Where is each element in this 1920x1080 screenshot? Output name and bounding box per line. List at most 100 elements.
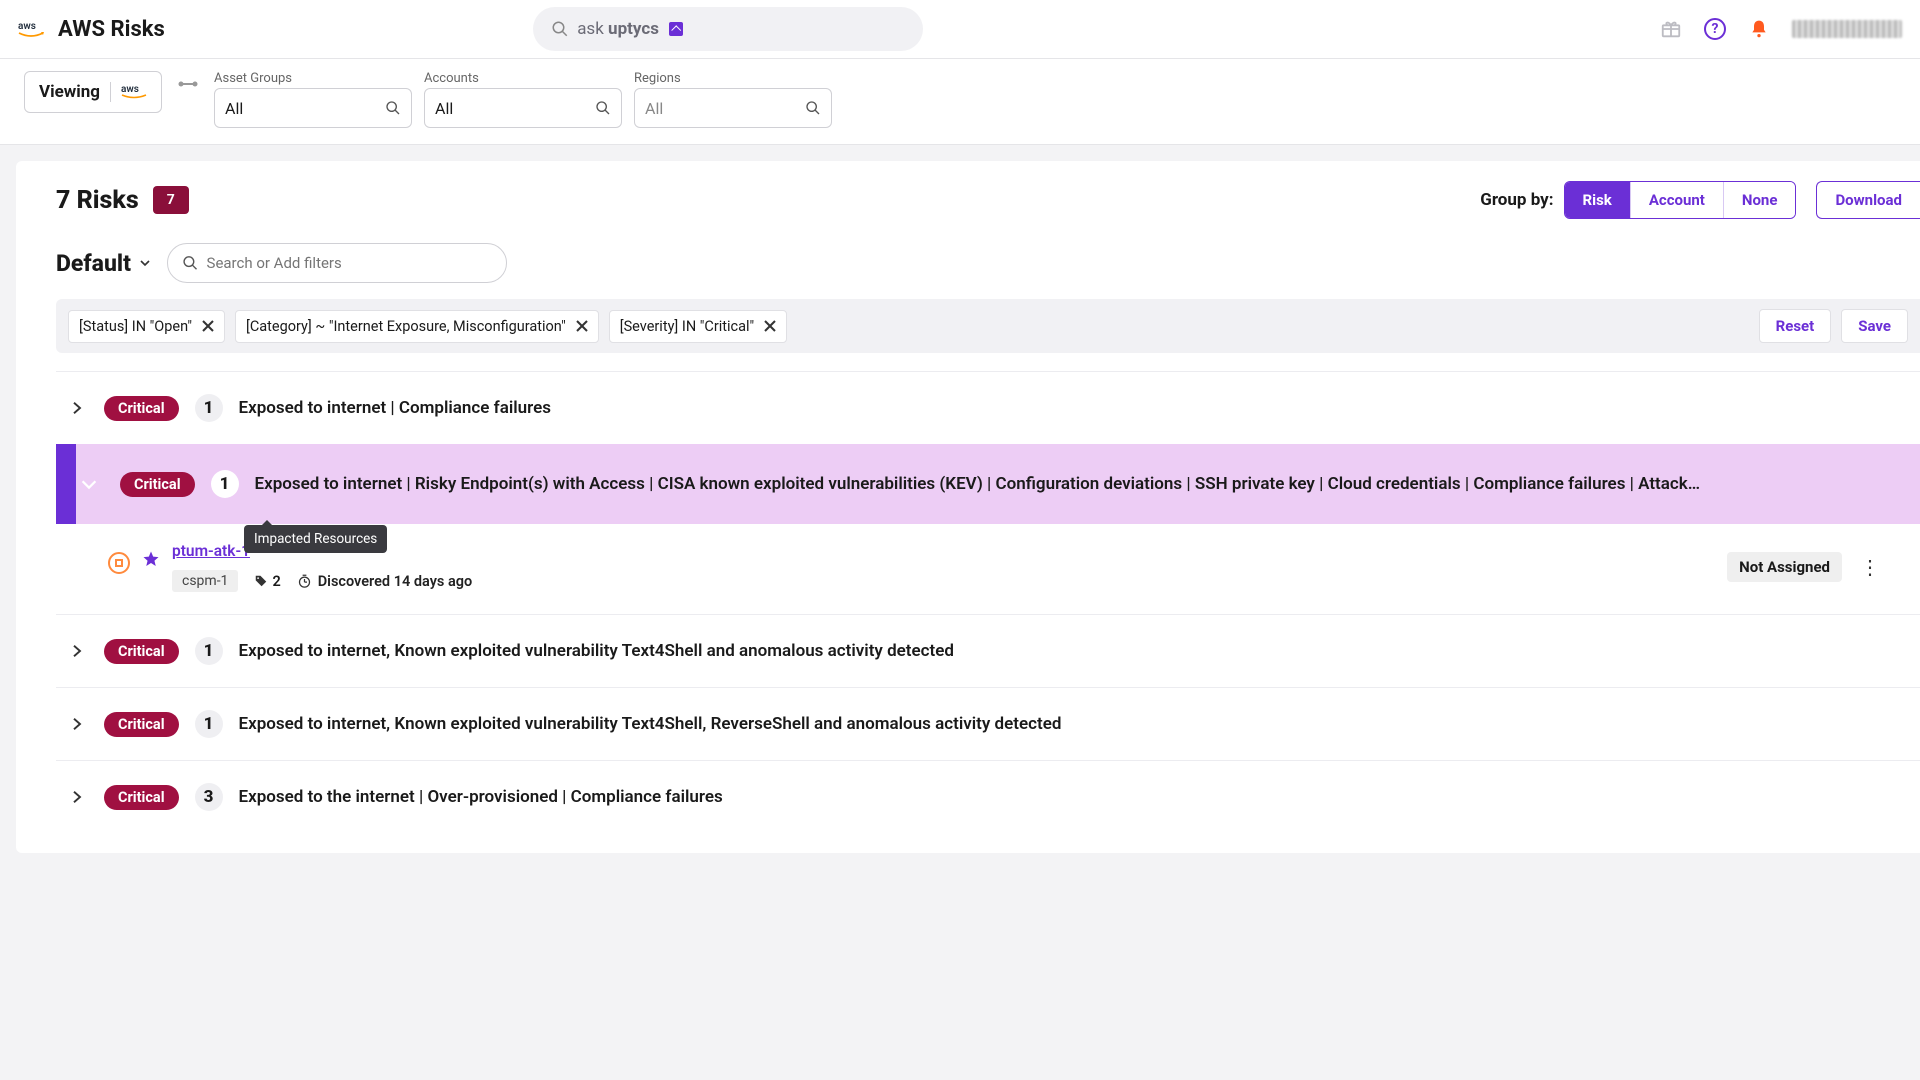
regions-filter: Regions All — [634, 71, 832, 128]
kebab-menu[interactable]: ⋮ — [1860, 555, 1880, 579]
accounts-select[interactable]: All — [424, 88, 622, 128]
aws-mini-logo: aws — [121, 83, 147, 101]
tag-icon — [254, 574, 268, 588]
close-icon[interactable] — [764, 320, 776, 332]
tooltip: Impacted Resources — [244, 525, 387, 553]
expand-toggle[interactable] — [66, 397, 88, 419]
impact-count: 1 — [211, 470, 239, 498]
expand-toggle[interactable] — [78, 473, 100, 495]
saved-view-dropdown[interactable]: Default — [56, 250, 153, 277]
filter-search-input[interactable] — [207, 254, 492, 272]
search-icon — [551, 20, 569, 38]
impact-count: 1 — [195, 394, 223, 422]
viewing-label: Viewing — [39, 82, 100, 102]
risk-row[interactable]: Critical 1 Exposed to internet, Known ex… — [56, 687, 1920, 760]
risk-row[interactable]: Critical 1 Exposed to internet, Known ex… — [56, 614, 1920, 687]
notifications-icon[interactable] — [1748, 18, 1770, 40]
topbar: aws AWS Risks ask uptycs ? — [0, 0, 1920, 59]
impact-count: 1 — [195, 637, 223, 665]
content: 7 Risks 7 Group by: Risk Account None Do… — [0, 145, 1920, 893]
asset-groups-filter: Asset Groups All — [214, 71, 412, 128]
risk-title: Exposed to the internet | Over-provision… — [239, 787, 1920, 807]
expand-toggle[interactable] — [66, 713, 88, 735]
star-icon[interactable] — [142, 550, 160, 568]
expand-toggle[interactable] — [66, 640, 88, 662]
risk-title: Exposed to internet, Known exploited vul… — [239, 714, 1920, 734]
filter-chip[interactable]: [Severity] IN "Critical" — [609, 310, 787, 343]
risk-row[interactable]: Critical 1 Exposed to internet | Complia… — [56, 371, 1920, 444]
save-button[interactable]: Save — [1841, 309, 1908, 343]
search-icon — [182, 254, 199, 272]
panel-header: 7 Risks 7 Group by: Risk Account None Do… — [56, 181, 1920, 219]
risk-row[interactable]: Critical 3 Exposed to the internet | Ove… — [56, 760, 1920, 833]
svg-text:aws: aws — [121, 84, 139, 95]
global-search[interactable]: ask uptycs — [533, 7, 923, 51]
search-hint: ask uptycs — [577, 19, 659, 39]
risks-count-badge: 7 — [153, 186, 189, 214]
uptycs-badge-icon — [669, 22, 683, 36]
aws-logo-icon: aws — [18, 19, 44, 39]
gift-icon[interactable] — [1660, 18, 1682, 40]
link-icon — [178, 79, 198, 89]
risk-title: Exposed to internet | Compliance failure… — [239, 398, 1920, 418]
svg-text:aws: aws — [18, 21, 36, 32]
page-title: AWS Risks — [58, 17, 165, 42]
group-by-none[interactable]: None — [1723, 182, 1796, 218]
group-by-label: Group by: — [1480, 190, 1553, 210]
reset-button[interactable]: Reset — [1759, 309, 1832, 343]
search-icon — [805, 100, 821, 116]
download-button[interactable]: Download — [1816, 181, 1920, 219]
risks-title-area: 7 Risks 7 — [56, 186, 189, 215]
logo-area: aws AWS Risks — [18, 17, 165, 42]
group-by-area: Group by: Risk Account None Download — [1480, 181, 1920, 219]
risk-title: Exposed to internet | Risky Endpoint(s) … — [255, 474, 1920, 494]
risks-title: 7 Risks — [56, 186, 139, 215]
chip-actions: Reset Save — [1759, 309, 1908, 343]
clock-icon — [297, 574, 312, 589]
search-icon — [385, 100, 401, 116]
asset-groups-select[interactable]: All — [214, 88, 412, 128]
risk-row[interactable]: Critical 1 Exposed to internet | Risky E… — [56, 444, 1920, 524]
resource-meta: cspm-1 2 Discovered 14 days ago — [172, 570, 472, 592]
close-icon[interactable] — [202, 320, 214, 332]
filter-chip[interactable]: [Status] IN "Open" — [68, 310, 225, 343]
filter-chips-row: [Status] IN "Open" [Category] ~ "Interne… — [56, 299, 1920, 353]
risk-title: Exposed to internet, Known exploited vul… — [239, 641, 1920, 661]
impact-count: 1 — [195, 710, 223, 738]
severity-pill: Critical — [104, 396, 179, 421]
group-by-segmented: Risk Account None — [1564, 181, 1797, 219]
expand-toggle[interactable] — [66, 786, 88, 808]
filter-label: Asset Groups — [214, 71, 412, 86]
filterbar: Viewing aws Asset Groups All Accounts Al… — [0, 59, 1920, 145]
filter-label: Accounts — [424, 71, 622, 86]
chevron-down-icon — [137, 255, 153, 271]
impact-count: 3 — [195, 783, 223, 811]
accounts-filter: Accounts All — [424, 71, 622, 128]
severity-pill: Critical — [104, 712, 179, 737]
resource-type-icon — [108, 552, 130, 574]
severity-pill: Critical — [104, 785, 179, 810]
risk-list: Critical 1 Exposed to internet | Complia… — [56, 371, 1920, 833]
discovered-time: Discovered 14 days ago — [297, 573, 472, 590]
close-icon[interactable] — [576, 320, 588, 332]
top-icons: ? — [1660, 18, 1902, 40]
group-by-risk[interactable]: Risk — [1565, 182, 1630, 218]
filter-search[interactable] — [167, 243, 507, 283]
filter-label: Regions — [634, 71, 832, 86]
search-icon — [595, 100, 611, 116]
viewing-selector[interactable]: Viewing aws — [24, 71, 162, 113]
account-pill: cspm-1 — [172, 570, 238, 592]
resource-actions: Not Assigned ⋮ — [1727, 552, 1900, 582]
user-name[interactable] — [1792, 20, 1902, 38]
regions-select[interactable]: All — [634, 88, 832, 128]
help-icon[interactable]: ? — [1704, 18, 1726, 40]
assignment-badge[interactable]: Not Assigned — [1727, 552, 1842, 582]
divider — [110, 82, 111, 102]
risks-panel: 7 Risks 7 Group by: Risk Account None Do… — [16, 161, 1920, 853]
severity-pill: Critical — [120, 472, 195, 497]
tag-count: 2 — [254, 573, 280, 590]
filter-chip[interactable]: [Category] ~ "Internet Exposure, Misconf… — [235, 310, 599, 343]
group-by-account[interactable]: Account — [1630, 182, 1723, 218]
severity-pill: Critical — [104, 639, 179, 664]
subhead: Default — [56, 243, 1920, 283]
